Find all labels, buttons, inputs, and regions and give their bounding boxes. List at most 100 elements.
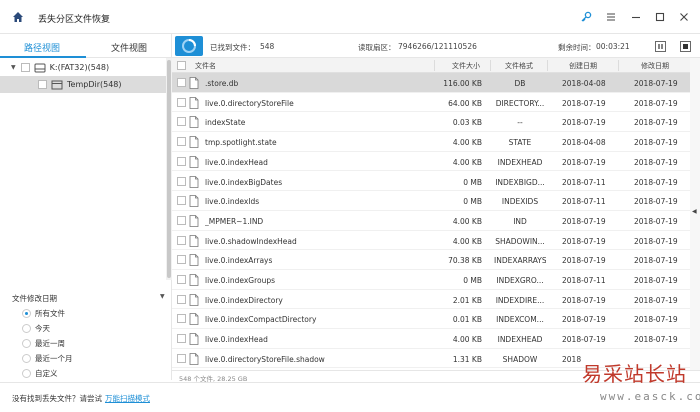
column-divider[interactable]: [618, 60, 619, 71]
table-row[interactable]: live.0.indexDirectory 2.01 KB INDEXDIRE...…: [172, 290, 690, 310]
table-row[interactable]: live.0.indexIds 0 MB INDEXIDS 2018-07-11 201…: [172, 191, 690, 211]
minimize-icon[interactable]: [629, 10, 643, 24]
column-header-created[interactable]: 创建日期: [569, 61, 597, 71]
modified-date: 2018-07-19: [634, 315, 678, 325]
table-row[interactable]: tmp.spotlight.state 4.00 KB STATE 2018-04-0…: [172, 132, 690, 152]
column-divider[interactable]: [547, 60, 548, 71]
row-checkbox[interactable]: [177, 255, 186, 265]
column-header-format[interactable]: 文件格式: [505, 61, 533, 71]
row-checkbox[interactable]: [177, 176, 186, 186]
row-checkbox[interactable]: [177, 294, 186, 304]
row-checkbox[interactable]: [177, 353, 186, 363]
sectors-label: 读取扇区：: [358, 43, 396, 52]
column-divider[interactable]: [434, 60, 435, 71]
row-checkbox[interactable]: [177, 97, 186, 107]
filter-option-week[interactable]: 最近一周: [22, 338, 65, 349]
row-checkbox[interactable]: [177, 137, 186, 147]
table-row[interactable]: live.0.indexArrays 70.38 KB INDEXARRAYS 201…: [172, 250, 690, 270]
row-checkbox[interactable]: [177, 235, 186, 245]
file-size: 0 MB: [463, 276, 482, 285]
created-date: 2018-07-19: [562, 295, 606, 305]
home-icon[interactable]: [12, 11, 24, 23]
file-format: SHADOW: [502, 354, 538, 364]
radio-button[interactable]: [22, 354, 31, 363]
row-checkbox[interactable]: [177, 156, 186, 166]
row-checkbox[interactable]: [177, 275, 186, 284]
menu-icon[interactable]: [604, 10, 618, 24]
file-size: 64.00 KB: [448, 98, 482, 108]
table-row[interactable]: live.0.indexCompactDirectory 0.01 KB INDEX…: [172, 309, 690, 330]
row-checkbox[interactable]: [177, 117, 186, 127]
tree-checkbox[interactable]: [20, 63, 30, 72]
row-checkbox[interactable]: [177, 215, 186, 225]
modified-date: 2018-07-19: [634, 157, 678, 167]
radio-button[interactable]: [22, 369, 31, 378]
filter-option-custom[interactable]: 自定义: [22, 368, 58, 379]
table-row[interactable]: .store.db 116.00 KB DB 2018-04-08 2018-07-19: [172, 73, 690, 93]
created-date: 2018-07-19: [562, 98, 606, 108]
found-value: 548: [260, 42, 275, 51]
maximize-icon[interactable]: [653, 10, 667, 24]
file-name: live.0.indexHead: [205, 157, 268, 167]
filter-option-all[interactable]: 所有文件: [22, 308, 65, 319]
column-header-size[interactable]: 文件大小: [452, 61, 480, 71]
stop-icon[interactable]: [680, 41, 691, 52]
row-checkbox[interactable]: [177, 78, 186, 87]
file-format: DIRECTORY...: [495, 98, 545, 108]
row-checkbox[interactable]: [177, 334, 186, 344]
filter-option-today[interactable]: 今天: [22, 323, 50, 334]
key-icon[interactable]: [579, 10, 593, 24]
table-row[interactable]: _MPMER~1.IND 4.00 KB IND 2018-07-19 2018-07-…: [172, 211, 690, 231]
file-size: 1.31 KB: [452, 354, 482, 364]
file-table: 文件名 文件大小 文件格式 创建日期 修改日期 .store.db 116.00 …: [172, 58, 690, 370]
row-checkbox[interactable]: [177, 314, 186, 324]
table-row[interactable]: live.0.indexGroups 0 MB INDEXGRO... 2018-07…: [172, 270, 690, 290]
column-divider[interactable]: [490, 60, 491, 71]
scan-progress-icon: [175, 36, 203, 56]
created-date: 2018-04-08: [562, 79, 606, 88]
modified-date: 2018-07-19: [634, 335, 678, 345]
tree-item-label: TempDir(548): [67, 80, 122, 89]
table-row[interactable]: live.0.indexHead 4.00 KB INDEXHEAD 2018-07-…: [172, 329, 690, 349]
filter-option-month[interactable]: 最近一个月: [22, 353, 73, 364]
file-size: 0 MB: [463, 197, 482, 207]
table-row[interactable]: live.0.directoryStoreFile 64.00 KB DIRECTO…: [172, 93, 690, 113]
modified-date: 2018-07-19: [634, 197, 678, 207]
table-row[interactable]: live.0.shadowIndexHead 4.00 KB SHADOWIN...…: [172, 231, 690, 251]
chevron-down-icon[interactable]: ▼: [160, 293, 165, 300]
tree-item-tempdir[interactable]: TempDir(548): [0, 76, 166, 93]
left-panel: 路径视图 文件视图 ▼ K:(FAT32)(548) TempDir(548) …: [0, 34, 172, 380]
tree-checkbox[interactable]: [38, 80, 47, 89]
active-tab-indicator: [0, 56, 86, 58]
radio-button[interactable]: [22, 324, 31, 333]
file-name: .store.db: [205, 79, 239, 88]
file-name: live.0.indexHead: [205, 335, 268, 345]
deep-scan-link[interactable]: 万能扫描模式: [105, 393, 150, 404]
radio-button[interactable]: [22, 339, 31, 348]
tab-path-view[interactable]: 路径视图: [24, 41, 60, 54]
close-icon[interactable]: [677, 10, 691, 24]
file-icon: [189, 214, 199, 227]
tab-file-view[interactable]: 文件视图: [111, 41, 147, 54]
drive-icon: [34, 63, 46, 72]
column-header-modified[interactable]: 修改日期: [641, 61, 669, 71]
tree-item-drive[interactable]: ▼ K:(FAT32)(548): [0, 59, 166, 76]
table-row[interactable]: live.0.indexBigDates 0 MB INDEXBIGD... 2018…: [172, 172, 690, 192]
file-icon: [189, 116, 199, 129]
table-row[interactable]: live.0.indexHead 4.00 KB INDEXHEAD 2018-07-…: [172, 152, 690, 172]
scrollbar-thumb[interactable]: [167, 60, 171, 278]
modified-date: 2018-07-19: [634, 236, 678, 246]
table-row[interactable]: indexState 0.03 KB -- 2018-07-19 2018-07-19: [172, 112, 690, 133]
table-scrollbar[interactable]: ◀: [690, 58, 700, 370]
pause-icon[interactable]: [655, 41, 666, 52]
filter-option-label: 自定义: [35, 369, 58, 378]
file-name: live.0.shadowIndexHead: [205, 236, 297, 246]
remaining-value: 00:03:21: [596, 42, 630, 51]
row-checkbox[interactable]: [177, 196, 186, 206]
collapse-arrow-icon[interactable]: ◀: [692, 208, 697, 215]
chevron-down-icon[interactable]: ▼: [11, 64, 16, 71]
select-all-checkbox[interactable]: [177, 61, 186, 70]
file-icon: [189, 77, 199, 89]
column-header-name[interactable]: 文件名: [195, 61, 216, 71]
radio-button[interactable]: [22, 309, 31, 318]
